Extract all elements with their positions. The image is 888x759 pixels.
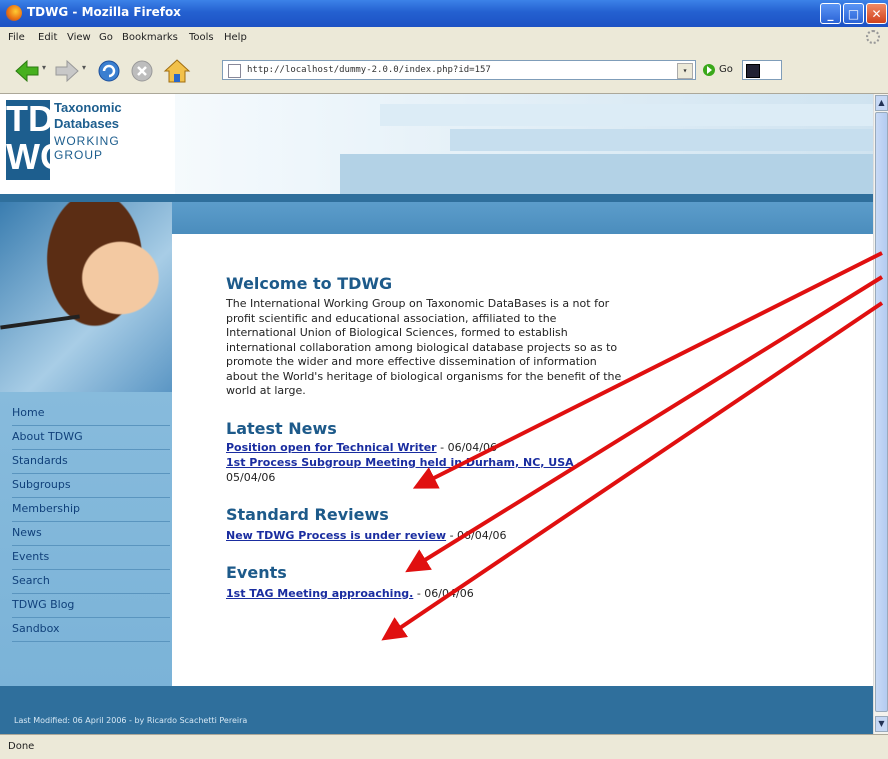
annotation-arrow-events	[381, 301, 884, 641]
annotation-arrows	[381, 251, 884, 641]
annotation-arrow-reviews	[405, 275, 884, 573]
annotation-arrow-news	[412, 251, 883, 489]
